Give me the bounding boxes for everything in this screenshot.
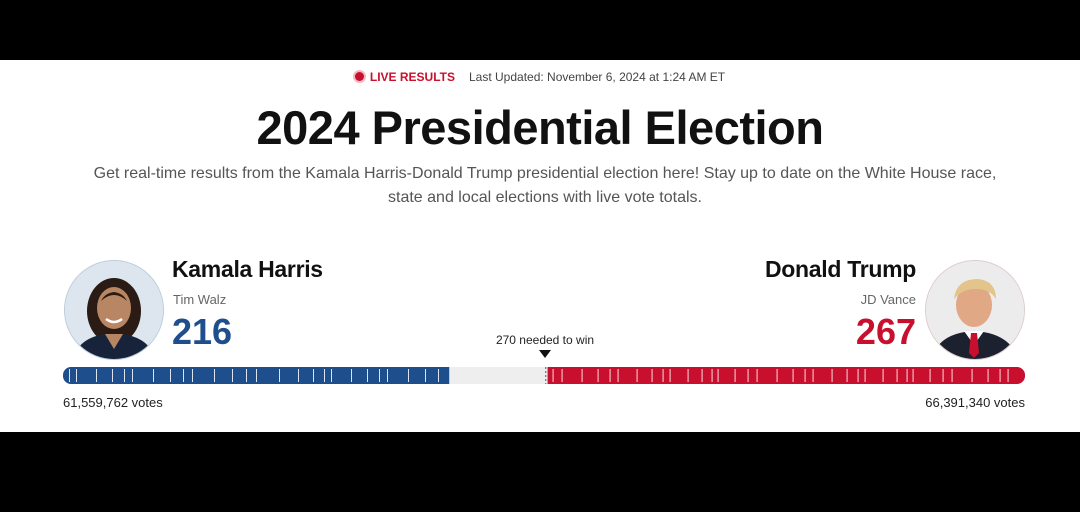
- page-subtitle: Get real-time results from the Kamala Ha…: [90, 162, 1000, 210]
- page-title: 2024 Presidential Election: [256, 101, 824, 154]
- subtitle-line-2: state and local elections with live vote…: [388, 189, 702, 206]
- harris-name[interactable]: Kamala Harris: [172, 256, 323, 283]
- live-results-label: LIVE RESULTS: [369, 70, 455, 84]
- threshold-arrow-icon: [539, 350, 551, 358]
- live-results-badge[interactable]: LIVE RESULTS: [354, 70, 455, 84]
- trump-running-mate: JD Vance: [860, 292, 916, 307]
- trump-popular-votes: 66,391,340 votes: [925, 395, 1025, 410]
- status-line: LIVE RESULTS Last Updated: November 6, 20…: [0, 70, 1080, 84]
- trump-name[interactable]: Donald Trump: [765, 256, 916, 283]
- harris-avatar[interactable]: [64, 260, 164, 360]
- harris-running-mate: Tim Walz: [173, 292, 227, 307]
- harris-popular-votes: 61,559,762 votes: [63, 395, 163, 410]
- electoral-vote-bar[interactable]: [63, 367, 1025, 384]
- trump-portrait-icon: [926, 261, 1024, 359]
- trump-avatar[interactable]: [925, 260, 1025, 360]
- subtitle-line-1: Get real-time results from the Kamala Ha…: [93, 165, 997, 182]
- threshold-label: 270 needed to win: [495, 333, 595, 347]
- electoral-vote-bar-graphic: [63, 367, 1025, 384]
- results-panel: LIVE RESULTS Last Updated: November 6, 20…: [0, 60, 1080, 432]
- harris-portrait-icon: [65, 261, 163, 359]
- trump-electoral-votes: 267: [855, 311, 916, 352]
- trump-segment: [547, 367, 1025, 384]
- live-dot-icon: [354, 72, 364, 81]
- harris-electoral-votes: 216: [172, 311, 233, 352]
- last-updated: Last Updated: November 6, 2024 at 1:24 A…: [468, 70, 726, 84]
